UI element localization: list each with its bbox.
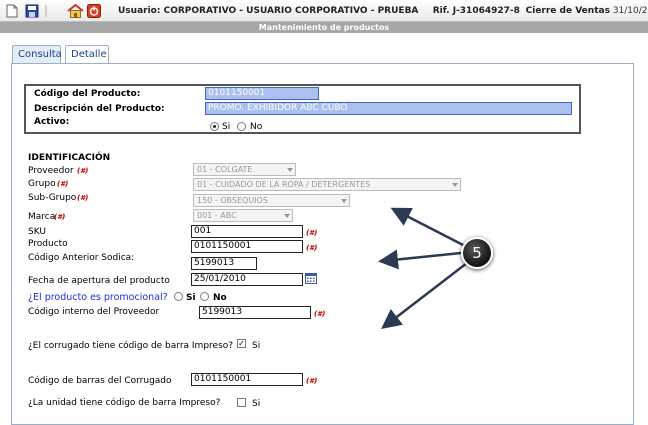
corrugado-label: ¿El corrugado tiene código de barra Impr… <box>28 341 234 351</box>
active-no-radio[interactable] <box>237 122 246 131</box>
chevron-down-icon <box>452 183 458 187</box>
sku-label: SKU <box>28 227 46 237</box>
corrugado-yes-label: Si <box>252 341 261 351</box>
marca-select[interactable]: 001 - ABC <box>193 209 293 222</box>
active-no-label: No <box>250 122 263 132</box>
active-yes-label: Si <box>222 122 231 132</box>
toolbar-separator <box>44 4 49 18</box>
required-mark: (#) <box>77 167 89 175</box>
required-mark: (#) <box>57 180 69 188</box>
calendar-icon[interactable] <box>305 273 317 284</box>
active-label: Activo: <box>34 117 70 127</box>
save-icon[interactable] <box>25 4 39 18</box>
required-mark: (#) <box>306 244 318 252</box>
fecha-apertura-input[interactable]: 25/01/2010 <box>191 273 303 286</box>
required-mark: (#) <box>314 310 326 318</box>
required-mark: (#) <box>306 377 318 385</box>
producto-label: Producto <box>28 239 68 249</box>
home-icon[interactable] <box>67 4 84 18</box>
sku-input[interactable]: 001 <box>191 225 303 238</box>
promo-no-radio[interactable] <box>200 292 209 301</box>
proveedor-label: Proveedor <box>28 166 74 176</box>
promo-no-label: No <box>213 293 227 303</box>
cierre-label: Cierre de Ventas <box>525 6 610 16</box>
subgrupo-label: Sub-Grupo <box>28 193 77 203</box>
page-title: Mantenimiento de productos <box>0 22 648 33</box>
subgrupo-select[interactable]: 150 - OBSEQUIOS <box>193 194 350 207</box>
grupo-label: Grupo <box>28 179 56 189</box>
user-info: Usuario: CORPORATIVO - USUARIO CORPORATI… <box>118 6 419 16</box>
identificacion-heading: IDENTIFICACIÓN <box>28 153 111 163</box>
codigo-proveedor-input[interactable]: 5199013 <box>199 306 311 319</box>
exit-icon[interactable] <box>87 4 101 18</box>
proveedor-value: 01 - COLGATE <box>197 165 253 174</box>
tab-detalle[interactable]: Detalle <box>65 45 109 65</box>
required-mark: (#) <box>54 213 66 221</box>
marca-value: 001 - ABC <box>197 211 237 220</box>
rif-info: Rif. J-31064927-8 <box>432 6 520 16</box>
barras-corrugado-label: Código de barras del Corrugado <box>28 376 172 386</box>
barras-corrugado-input[interactable]: 0101150001 <box>191 373 303 386</box>
promo-yes-radio[interactable] <box>174 292 183 301</box>
chevron-down-icon <box>284 214 290 218</box>
product-code-label: Código del Producto: <box>34 89 141 99</box>
promocional-label: ¿El producto es promocional? <box>28 292 168 303</box>
producto-input[interactable]: 0101150001 <box>191 240 303 253</box>
promo-yes-label: Si <box>186 293 196 303</box>
tab-consulta[interactable]: Consulta <box>12 45 62 64</box>
grupo-value: 01 - CUIDADO DE LA ROPA / DETERGENTES <box>197 180 371 189</box>
session-info: Usuario: CORPORATIVO - USUARIO CORPORATI… <box>118 6 648 16</box>
chevron-down-icon <box>287 168 293 172</box>
unidad-checkbox[interactable] <box>237 398 246 407</box>
unidad-label: ¿La unidad tiene código de barra Impreso… <box>28 398 221 408</box>
grupo-select[interactable]: 01 - CUIDADO DE LA ROPA / DETERGENTES <box>193 178 461 191</box>
codigo-sodica-label: Código Anterior Sodica: <box>28 253 135 263</box>
unidad-yes-label: Si <box>252 399 261 409</box>
required-mark: (#) <box>77 194 89 202</box>
top-toolbar: Usuario: CORPORATIVO - USUARIO CORPORATI… <box>0 0 648 22</box>
fecha-apertura-label: Fecha de apertura del producto <box>28 276 170 286</box>
proveedor-select[interactable]: 01 - COLGATE <box>193 163 296 176</box>
marca-label: Marca <box>28 212 56 222</box>
new-document-icon[interactable] <box>6 4 20 18</box>
codigo-proveedor-label: Código interno del Proveedor <box>28 307 160 317</box>
chevron-down-icon <box>341 199 347 203</box>
product-description-field[interactable]: PROMO. EXHIBIDOR ABC CUBO <box>205 102 572 115</box>
required-mark: (#) <box>306 229 318 237</box>
cierre-date: 31/10/2013 <box>612 6 648 16</box>
active-yes-radio[interactable] <box>210 122 219 131</box>
product-description-label: Descripción del Producto: <box>34 104 165 114</box>
subgrupo-value: 150 - OBSEQUIOS <box>197 196 268 205</box>
corrugado-checkbox[interactable]: ✓ <box>237 339 246 348</box>
codigo-sodica-input[interactable]: 5199013 <box>191 257 257 270</box>
product-code-field[interactable]: 0101150001 <box>205 87 319 100</box>
callout-number-badge: 5 <box>461 237 493 269</box>
